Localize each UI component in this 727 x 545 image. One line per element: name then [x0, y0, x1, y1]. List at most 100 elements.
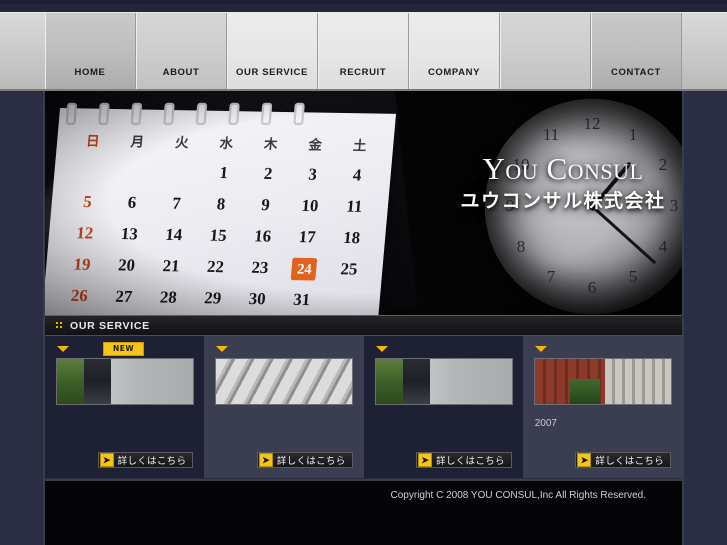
- arrow-right-icon: ➤: [418, 453, 433, 467]
- calendar-day: 5: [82, 193, 93, 212]
- calendar-weekday: 月: [129, 133, 145, 150]
- calendar-day: 12: [75, 224, 95, 243]
- calendar-rings: [65, 102, 336, 126]
- calendar-day: 11: [345, 197, 364, 216]
- hero-banner: 日月火水木金土 1 2 3 4 5 6 7 8 9 10 11 12 13 14 15 16 17 18 19 20 21…: [45, 91, 682, 315]
- service-thumbnail[interactable]: [56, 358, 194, 405]
- calendar-day: 17: [298, 228, 317, 247]
- calendar-day: 20: [117, 256, 136, 275]
- nav-item-company[interactable]: COMPANY: [409, 13, 500, 92]
- read-more-label: 詳しくはこちら: [276, 456, 346, 467]
- service-card[interactable]: NEW ➤ 詳しくはこちら: [45, 336, 205, 478]
- clock-numeral: 6: [587, 278, 597, 297]
- nav-item-label: CONTACT: [611, 67, 661, 78]
- read-more-button[interactable]: ➤ 詳しくはこちら: [416, 452, 512, 468]
- caret-down-icon: [216, 346, 229, 352]
- calendar-day: 27: [114, 287, 134, 306]
- caret-down-icon: [57, 346, 69, 352]
- nav-item-label: ABOUT: [162, 67, 200, 78]
- nav-item-about[interactable]: ABOUT: [136, 13, 227, 92]
- service-card[interactable]: 2007 ➤ 詳しくはこちら: [522, 336, 682, 478]
- clock-numeral: 12: [583, 114, 601, 133]
- logo-text-jp: ユウコンサル株式会社: [460, 190, 666, 212]
- arrow-right-icon: ➤: [577, 453, 592, 467]
- calendar-day: 28: [159, 288, 178, 307]
- read-more-button[interactable]: ➤ 詳しくはこちら: [97, 452, 194, 468]
- read-more-label: 詳しくはこちら: [595, 456, 664, 467]
- nav-item-label: OUR SERVICE: [236, 67, 308, 78]
- calendar-sheet: 日月火水木金土 1 2 3 4 5 6 7 8 9 10 11 12 13 14 15 16 17 18 19 20 21…: [45, 102, 397, 315]
- section-header-our-service: OUR SERVICE: [45, 315, 682, 336]
- calendar-grid: 日月火水木金土 1 2 3 4 5 6 7 8 9 10 11 12 13 14 15 16 17 18 19 20 21…: [56, 124, 384, 315]
- calendar-weekday: 土: [352, 137, 368, 154]
- caret-down-icon: [375, 346, 388, 352]
- site-footer: Copyright C 2008 YOU CONSUL,Inc All Righ…: [45, 479, 682, 545]
- calendar-day: 9: [260, 196, 271, 215]
- nav-item-recruit[interactable]: RECRUIT: [318, 13, 409, 92]
- calendar-weekday: 日: [85, 132, 101, 149]
- calendar-weekday: 水: [218, 134, 234, 151]
- calendar-day: 30: [248, 290, 267, 309]
- service-card[interactable]: ➤ 詳しくはこちら: [204, 336, 364, 478]
- site-logo: You Consul ユウコンサル株式会社: [443, 153, 682, 211]
- service-thumbnail-image: [534, 359, 671, 404]
- clock-numeral: 11: [542, 124, 560, 144]
- top-strip: [0, 0, 727, 12]
- new-badge: NEW: [103, 342, 145, 356]
- service-thumbnail-image: [57, 359, 193, 404]
- logo-text-en: You Consul: [482, 151, 644, 186]
- service-thumbnail-image: [216, 359, 353, 404]
- global-nav-band: HOME ABOUT OUR SERVICE RECRUIT COMPANY CONTAC…: [0, 12, 727, 92]
- calendar-day: 15: [209, 226, 228, 245]
- service-year-label: 2007: [534, 418, 557, 429]
- calendar-day: 1: [218, 164, 229, 183]
- calendar-day: 4: [352, 166, 363, 185]
- calendar-day: 26: [70, 286, 89, 306]
- calendar-day: 13: [120, 225, 139, 244]
- service-thumbnail[interactable]: [215, 358, 354, 405]
- calendar-day: 29: [203, 289, 222, 308]
- calendar-day: 19: [72, 255, 92, 274]
- nav-item-label: RECRUIT: [339, 67, 387, 78]
- service-card[interactable]: ➤ 詳しくはこちら: [363, 336, 523, 478]
- calendar-day: 2: [263, 164, 274, 183]
- service-thumbnail[interactable]: [374, 358, 513, 405]
- calendar-day: 31: [292, 290, 311, 310]
- calendar-weekday: 火: [174, 134, 190, 151]
- clock-minute-hand: [591, 205, 656, 264]
- clock-numeral: 4: [658, 237, 668, 256]
- caret-down-icon: [534, 346, 547, 352]
- calendar-day: 24: [291, 257, 318, 281]
- hero-calendar-photo: 日月火水木金土 1 2 3 4 5 6 7 8 9 10 11 12 13 14 15 16 17 18 19 20 21…: [45, 91, 418, 315]
- top-strip-accent: [0, 0, 727, 4]
- service-thumbnail[interactable]: [533, 358, 672, 405]
- arrow-right-icon: ➤: [258, 453, 273, 467]
- calendar-day: 8: [215, 195, 226, 214]
- service-thumbnail-image: [375, 359, 512, 404]
- clock-numeral: 7: [546, 267, 556, 286]
- nav-item-contact[interactable]: CONTACT: [591, 13, 682, 92]
- nav-item-label: HOME: [74, 67, 106, 78]
- section-dots-icon: [56, 321, 65, 330]
- read-more-button[interactable]: ➤ 詳しくはこちら: [256, 452, 353, 468]
- calendar-weekday: 金: [307, 136, 323, 153]
- copyright-text: Copyright C 2008 YOU CONSUL,Inc All Righ…: [390, 490, 646, 501]
- read-more-label: 詳しくはこちら: [117, 456, 187, 467]
- read-more-button[interactable]: ➤ 詳しくはこちら: [575, 452, 671, 468]
- global-nav: HOME ABOUT OUR SERVICE RECRUIT COMPANY CONTAC…: [45, 13, 682, 92]
- calendar-day: 25: [339, 260, 359, 279]
- nav-item-home[interactable]: HOME: [45, 13, 136, 92]
- calendar-day: 22: [206, 257, 225, 277]
- calendar-day: 6: [127, 193, 138, 212]
- nav-item-spacer: [500, 13, 591, 92]
- nav-item-label: COMPANY: [427, 67, 481, 78]
- content-edge-right: [682, 91, 684, 545]
- read-more-label: 詳しくはこちら: [436, 456, 505, 467]
- clock-numeral: 5: [628, 267, 638, 286]
- service-card-grid: NEW ➤ 詳しくはこちら ➤ 詳しくはこちら ➤ 詳しくはこちら 2007 ➤ 詳しくはこちら: [45, 336, 682, 478]
- nav-item-our-service[interactable]: OUR SERVICE: [227, 13, 318, 92]
- calendar-day: 16: [253, 227, 272, 246]
- calendar-day: 10: [300, 196, 320, 216]
- calendar-day: 23: [250, 258, 270, 277]
- calendar-weekday: 木: [263, 135, 279, 152]
